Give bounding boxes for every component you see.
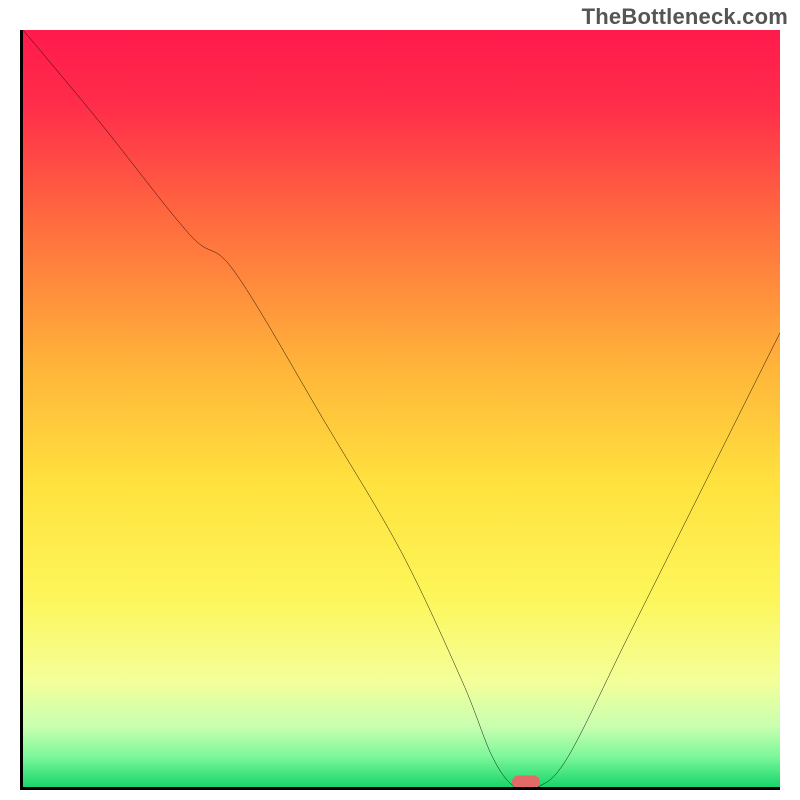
- watermark-text: TheBottleneck.com: [582, 4, 788, 30]
- plot-area: [20, 30, 780, 790]
- optimum-marker: [512, 776, 540, 789]
- chart-container: TheBottleneck.com: [0, 0, 800, 800]
- background-gradient: [23, 30, 780, 787]
